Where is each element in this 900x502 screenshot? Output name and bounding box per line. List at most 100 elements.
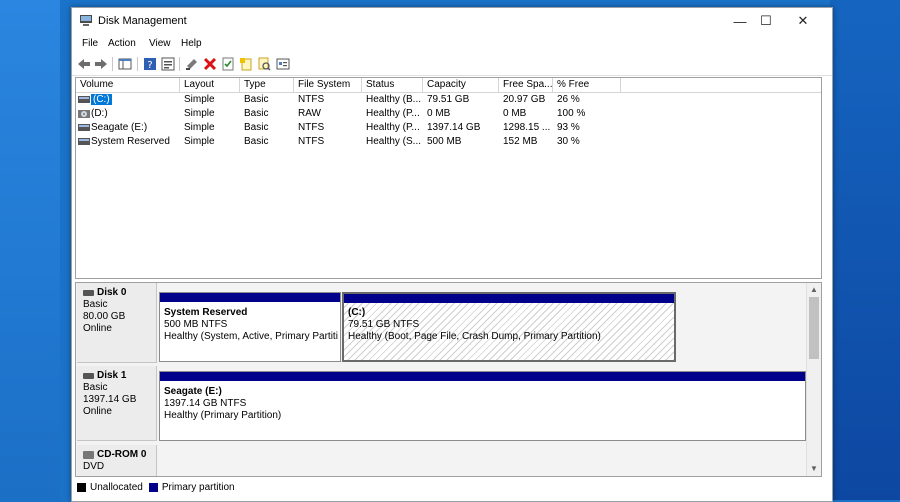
column-header-percent-free[interactable]: % Free — [553, 78, 621, 92]
volume-free-space: 152 MB — [503, 136, 538, 147]
toolbar-separator — [179, 57, 180, 71]
volume-free-space: 20.97 GB — [503, 94, 546, 105]
disk-type: DVD — [83, 461, 105, 472]
legend-primary-partition: Primary partition — [161, 481, 235, 493]
volume-status: Healthy (S... — [366, 136, 422, 147]
menu-file[interactable]: File — [82, 38, 98, 49]
volume-status: Healthy (P... — [366, 108, 420, 119]
partition-name: Seagate (E:) — [164, 386, 222, 397]
volume-row[interactable]: (D:) Simple Basic RAW Healthy (P... 0 MB… — [76, 107, 821, 121]
disk-view-scrollbar[interactable]: ▲ ▼ — [806, 283, 821, 476]
disk-0-label[interactable]: Disk 0 Basic 80.00 GB Online — [77, 283, 157, 363]
disk-name: Disk 1 — [97, 370, 127, 381]
volume-type: Basic — [244, 122, 269, 133]
partition-seagate-e[interactable]: Seagate (E:) 1397.14 GB NTFS Healthy (Pr… — [159, 371, 806, 441]
column-header-type[interactable]: Type — [240, 78, 294, 92]
volume-free-space: 1298.15 ... — [503, 122, 551, 133]
cdrom-0-label[interactable]: CD-ROM 0 DVD — [77, 445, 157, 476]
menu-view[interactable]: View — [149, 38, 171, 49]
volume-name: System Reserved — [91, 136, 170, 147]
search-document-icon[interactable] — [257, 57, 271, 71]
menu-action[interactable]: Action — [108, 38, 136, 49]
scroll-up-arrow-icon[interactable]: ▲ — [807, 284, 821, 296]
hard-disk-icon — [83, 290, 94, 296]
column-header-layout[interactable]: Layout — [180, 78, 240, 92]
volume-percent-free: 30 % — [557, 136, 580, 147]
forward-arrow-icon[interactable] — [94, 57, 108, 71]
partition-status: Healthy (Primary Partition) — [164, 410, 282, 421]
partition-color-bar — [344, 294, 674, 303]
volume-row[interactable]: (C:) Simple Basic NTFS Healthy (B... 79.… — [76, 93, 821, 107]
partition-name: System Reserved — [164, 307, 248, 318]
close-button[interactable]: ✕ — [785, 8, 821, 34]
toolbar-separator — [112, 57, 113, 71]
back-arrow-icon[interactable] — [77, 57, 91, 71]
scrollbar-thumb[interactable] — [809, 297, 819, 359]
disk-name: Disk 0 — [97, 287, 127, 298]
maximize-button[interactable]: ☐ — [748, 8, 784, 34]
volume-free-space: 0 MB — [503, 108, 527, 119]
disk-name: CD-ROM 0 — [97, 449, 147, 460]
partition-legend: Unallocated Primary partition — [77, 480, 235, 494]
column-header-capacity[interactable]: Capacity — [423, 78, 499, 92]
disk-1-label[interactable]: Disk 1 Basic 1397.14 GB Online — [77, 366, 157, 441]
desktop-background-left — [0, 0, 60, 500]
volume-list-header: Volume Layout Type File System Status Ca… — [76, 78, 821, 93]
partition-size: 79.51 GB NTFS — [348, 319, 420, 330]
volume-percent-free: 93 % — [557, 122, 580, 133]
delete-icon[interactable] — [203, 57, 217, 71]
volume-row[interactable]: Seagate (E:) Simple Basic NTFS Healthy (… — [76, 121, 821, 135]
volume-layout: Simple — [184, 136, 215, 147]
partition-size: 1397.14 GB NTFS — [164, 398, 247, 409]
disk-size: 80.00 GB — [83, 311, 126, 322]
volume-drive-icon — [78, 96, 90, 103]
connect-virtual-disk-icon[interactable] — [185, 57, 199, 71]
toolbar: ? — [72, 53, 832, 76]
disk-status: Online — [83, 323, 112, 334]
svg-text:?: ? — [147, 60, 152, 71]
partition-system-reserved[interactable]: System Reserved 500 MB NTFS Healthy (Sys… — [159, 292, 341, 362]
volume-capacity: 79.51 GB — [427, 94, 470, 105]
volume-file-system: RAW — [298, 108, 321, 119]
volume-name: Seagate (E:) — [91, 122, 148, 133]
volume-status: Healthy (P... — [366, 122, 420, 133]
show-hide-console-tree-icon[interactable] — [118, 57, 132, 71]
scroll-down-arrow-icon[interactable]: ▼ — [807, 463, 821, 475]
window-title: Disk Management — [98, 15, 187, 27]
volume-layout: Simple — [184, 122, 215, 133]
properties-icon[interactable] — [161, 57, 175, 71]
partition-c-drive[interactable]: (C:) 79.51 GB NTFS Healthy (Boot, Page F… — [342, 292, 676, 362]
legend-unallocated: Unallocated — [90, 481, 143, 493]
menu-bar: File Action View Help — [72, 35, 832, 53]
column-header-free-space[interactable]: Free Spa... — [499, 78, 553, 92]
disk-size: 1397.14 GB — [83, 394, 137, 405]
settings-window-icon[interactable] — [276, 57, 290, 71]
partition-color-bar — [160, 293, 340, 302]
volume-type: Basic — [244, 94, 269, 105]
title-bar[interactable]: Disk Management — ☐ ✕ — [72, 8, 832, 34]
cd-drive-icon — [78, 110, 90, 118]
volume-file-system: NTFS — [298, 94, 325, 105]
column-header-volume[interactable]: Volume — [76, 78, 180, 92]
volume-name: (D:) — [91, 108, 108, 119]
menu-help[interactable]: Help — [181, 38, 202, 49]
partition-status: Healthy (Boot, Page File, Crash Dump, Pr… — [348, 331, 601, 342]
volume-layout: Simple — [184, 108, 215, 119]
desktop-background-right — [830, 0, 900, 500]
column-header-file-system[interactable]: File System — [294, 78, 362, 92]
disk-management-app-icon — [80, 15, 92, 26]
check-disk-icon[interactable] — [221, 57, 235, 71]
volume-capacity: 0 MB — [427, 108, 451, 119]
volume-list: Volume Layout Type File System Status Ca… — [75, 77, 822, 279]
disk-graphical-view: Disk 0 Basic 80.00 GB Online System Rese… — [75, 282, 822, 477]
volume-row[interactable]: System Reserved Simple Basic NTFS Health… — [76, 135, 821, 149]
new-document-icon[interactable] — [239, 57, 253, 71]
help-icon[interactable]: ? — [143, 57, 157, 71]
disk-type: Basic — [83, 382, 108, 393]
disk-status: Online — [83, 406, 112, 417]
disk-type: Basic — [83, 299, 108, 310]
hard-disk-icon — [83, 373, 94, 379]
volume-type: Basic — [244, 108, 269, 119]
column-header-status[interactable]: Status — [362, 78, 423, 92]
volume-status: Healthy (B... — [366, 94, 422, 105]
